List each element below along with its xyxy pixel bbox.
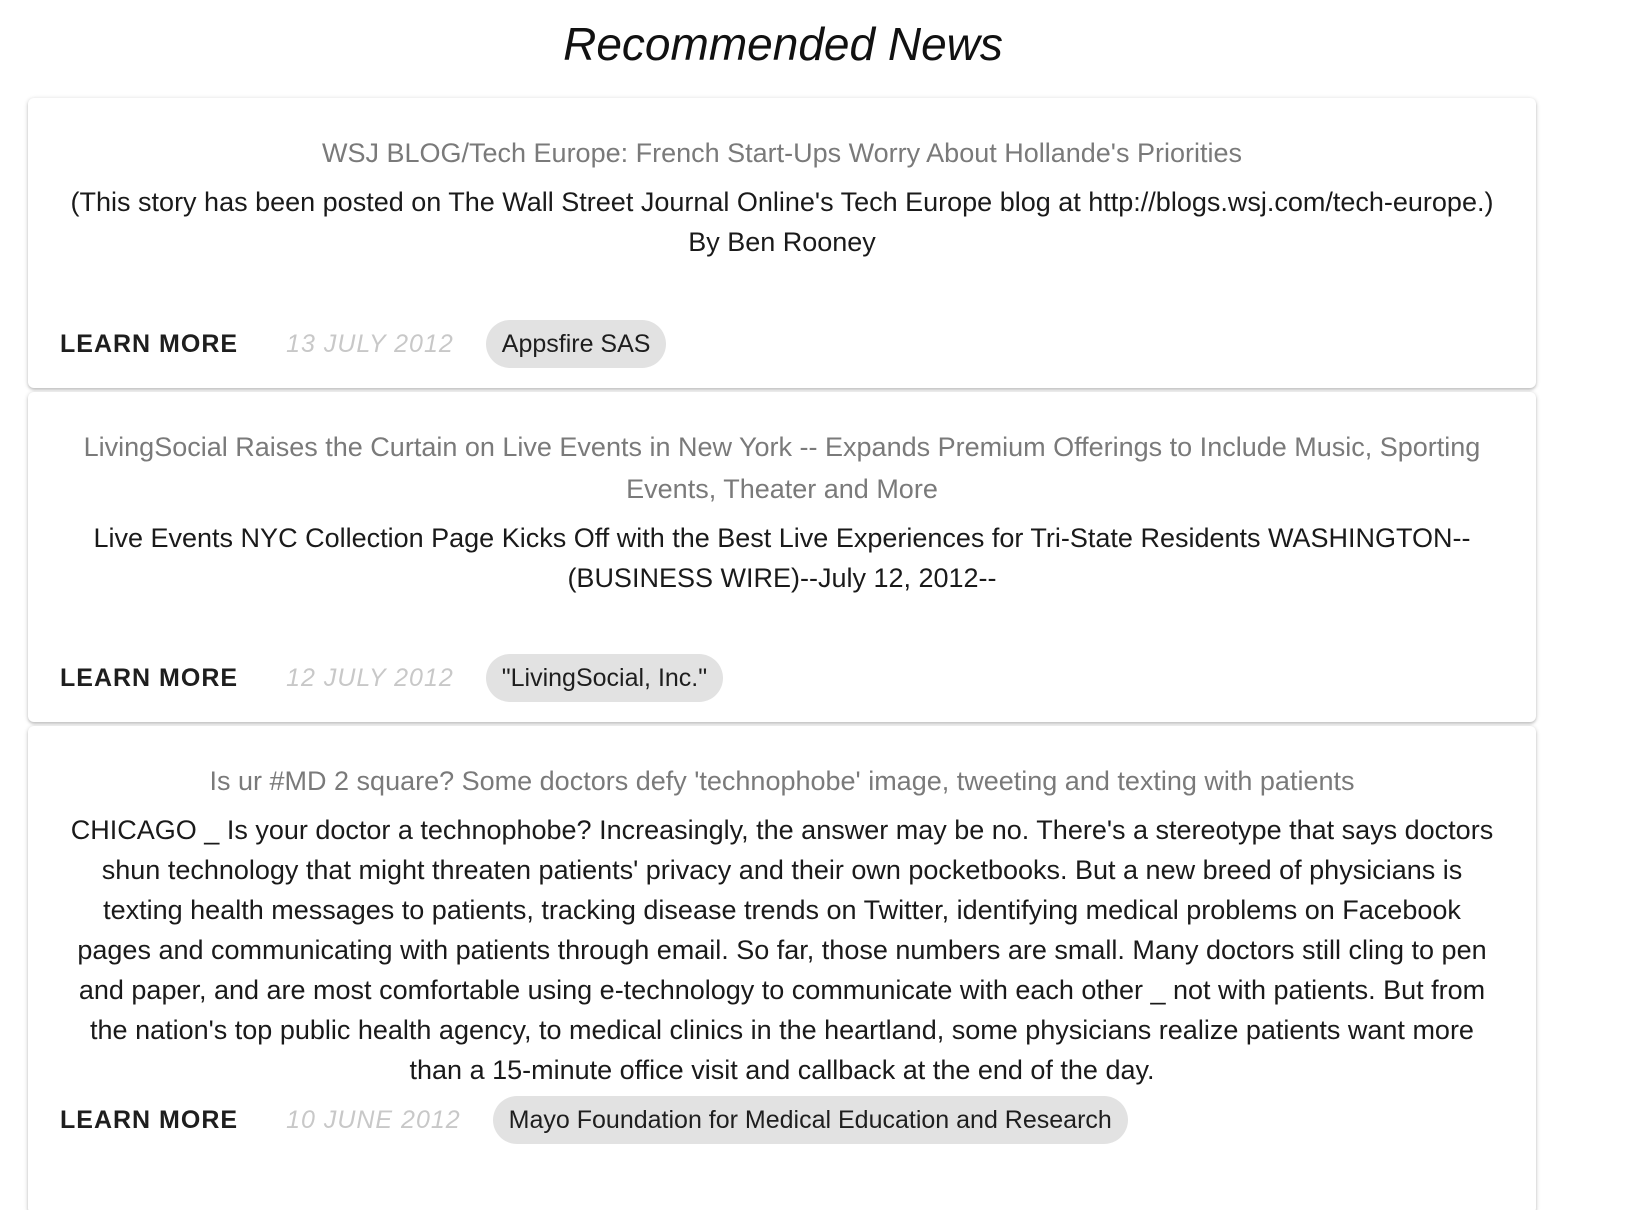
news-page: Recommended News WSJ BLOG/Tech Europe: F… [0,0,1638,1210]
company-chip: Appsfire SAS [485,320,667,368]
news-headline: WSJ BLOG/Tech Europe: French Start-Ups W… [321,138,1242,168]
learn-more-button[interactable]: LEARN MORE [60,330,238,359]
card-actions: LEARN MORE 13 JULY 2012 Appsfire SAS [60,320,667,368]
learn-more-button[interactable]: LEARN MORE [60,1106,238,1135]
news-date: 12 JULY 2012 [286,663,454,692]
news-card: Is ur #MD 2 square? Some doctors defy 't… [28,726,1536,1210]
card-actions: LEARN MORE 10 JUNE 2012 Mayo Foundation … [60,1096,1128,1144]
news-date: 10 JUNE 2012 [286,1105,461,1134]
news-summary: (This story has been posted on The Wall … [70,187,1494,257]
news-date: 13 JULY 2012 [286,329,454,358]
news-card: LivingSocial Raises the Curtain on Live … [28,392,1536,722]
news-summary: CHICAGO _ Is your doctor a technophobe? … [70,815,1494,1085]
news-headline: Is ur #MD 2 square? Some doctors defy 't… [209,766,1355,796]
company-chip: "LivingSocial, Inc." [485,654,724,702]
learn-more-button[interactable]: LEARN MORE [60,664,238,693]
news-card: WSJ BLOG/Tech Europe: French Start-Ups W… [28,98,1536,388]
company-chip: Mayo Foundation for Medical Education an… [492,1096,1128,1144]
page-title: Recommended News [563,18,1003,70]
card-actions: LEARN MORE 12 JULY 2012 "LivingSocial, I… [60,654,724,702]
news-summary: Live Events NYC Collection Page Kicks Of… [93,523,1471,593]
news-headline: LivingSocial Raises the Curtain on Live … [83,432,1481,504]
